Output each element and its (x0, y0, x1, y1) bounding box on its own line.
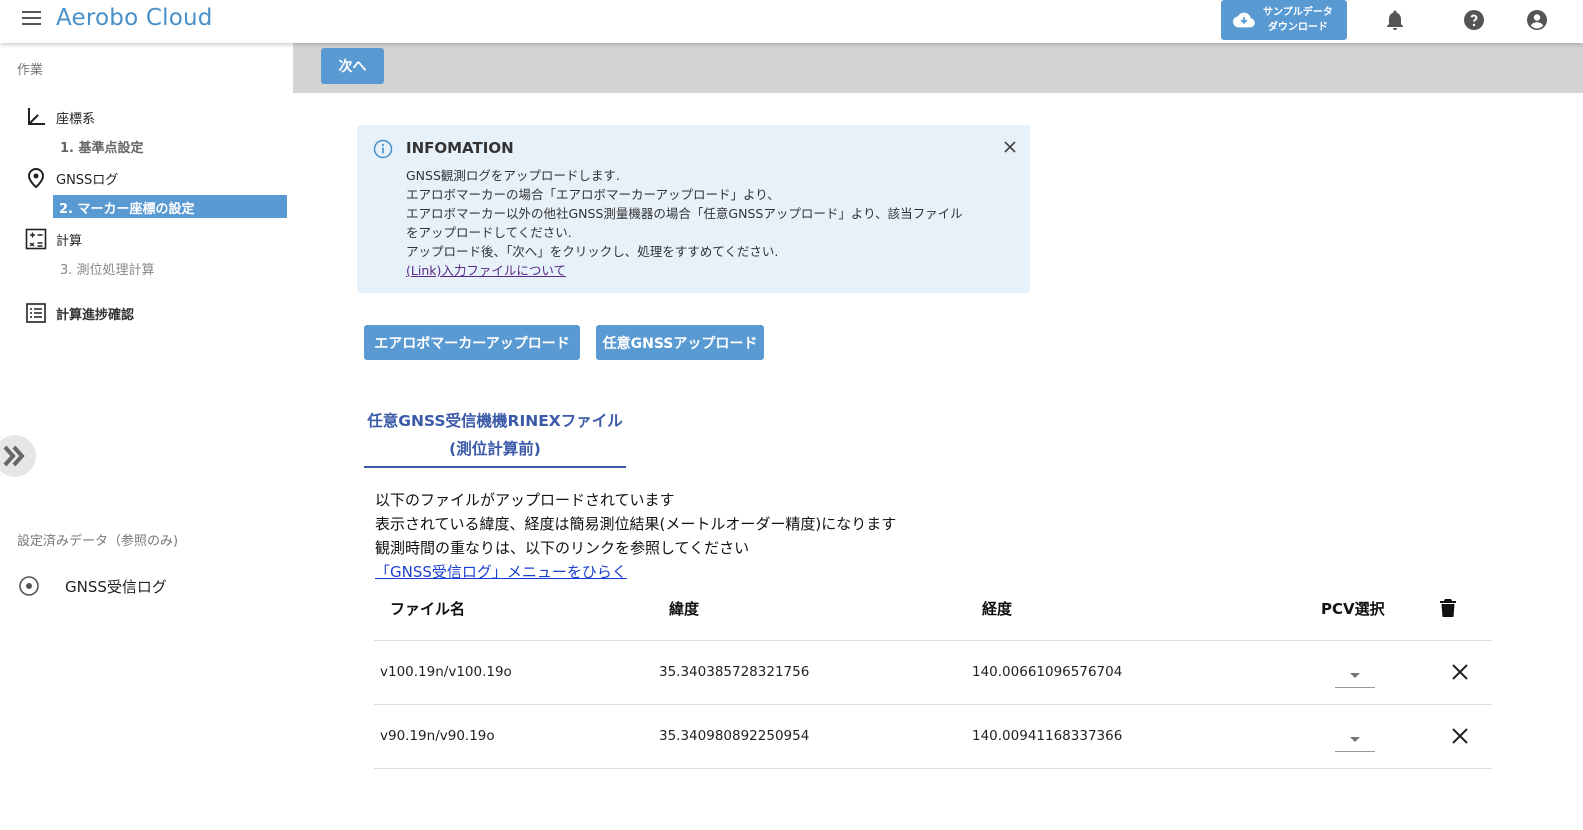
sidebar-item-label: GNSSログ (56, 172, 119, 188)
remove-row-icon[interactable] (1451, 727, 1469, 745)
calculator-icon (24, 227, 48, 251)
sidebar-item-progress[interactable]: 計算進捗確認 (24, 301, 134, 325)
location-pin-icon (24, 166, 48, 190)
info-line: GNSS観測ログをアップロードします. (406, 168, 620, 183)
info-icon (373, 139, 393, 159)
tab-title-line2: (測位計算前) (449, 440, 541, 458)
table-divider (374, 640, 1492, 641)
cell-filename: v90.19n/v90.19o (380, 728, 495, 744)
tab-title-line1: 任意GNSS受信機機RINEXファイル (367, 412, 623, 430)
info-line: アップロード後、「次へ」をクリックし、処理をすすめてください. (406, 244, 779, 259)
column-header-longitude: 経度 (982, 600, 1013, 618)
sidebar-item-label: 計算進捗確認 (56, 307, 135, 323)
download-button-label: サンプルデータ ダウンロード (1263, 7, 1333, 33)
sidebar-item-label: 計算 (56, 233, 83, 249)
sidebar-item-label: GNSS受信ログ (65, 577, 167, 596)
sample-data-download-button[interactable]: サンプルデータ ダウンロード (1221, 0, 1347, 40)
table-divider (374, 704, 1492, 705)
tab-indicator (364, 466, 626, 468)
next-button[interactable]: 次へ (321, 48, 384, 84)
description-line: 以下のファイルがアップロードされています (375, 491, 675, 509)
sidebar-item-gnss-receive-log[interactable]: GNSS受信ログ (17, 574, 167, 598)
action-bar: 次へ (293, 43, 1583, 93)
help-icon[interactable] (1462, 8, 1486, 32)
any-gnss-upload-button[interactable]: 任意GNSSアップロード (596, 325, 764, 360)
info-line: をアップロードしてください. (406, 225, 572, 240)
cloud-download-icon (1233, 12, 1255, 28)
sidebar-item-calculation[interactable]: 計算 (24, 227, 82, 251)
open-gnss-log-menu-link[interactable]: 「GNSS受信ログ」メニューをひらく (375, 563, 627, 581)
bell-icon[interactable] (1383, 8, 1407, 32)
info-text: GNSS観測ログをアップロードします. エアロボマーカーの場合「エアロボマーカー… (406, 166, 963, 280)
dropdown-caret-icon (1350, 737, 1360, 742)
delete-all-icon[interactable] (1439, 598, 1457, 618)
sidebar-item-coordinate-system[interactable]: 座標系 (24, 105, 95, 129)
top-app-bar: Aerobo Cloud サンプルデータ ダウンロード (0, 0, 1583, 43)
axis-icon (24, 105, 48, 129)
cell-latitude: 35.340385728321756 (659, 664, 810, 680)
sidebar-section-configured: 設定済みデータ（参照のみ) (17, 534, 179, 549)
remove-row-icon[interactable] (1451, 663, 1469, 681)
sidebar-section-work: 作業 (17, 63, 44, 78)
cell-latitude: 35.340980892250954 (659, 728, 810, 744)
step-3-positioning-calc[interactable]: 3. 測位処理計算 (60, 259, 155, 278)
uploaded-files-description: 以下のファイルがアップロードされています 表示されている緯度、経度は簡易測位結果… (375, 488, 896, 584)
table-divider (374, 768, 1492, 769)
radio-target-icon (17, 574, 41, 598)
step-1-reference-point[interactable]: 1. 基準点設定 (60, 137, 144, 156)
pcv-select[interactable] (1335, 728, 1375, 752)
input-file-info-link[interactable]: (Link)入力ファイルについて (406, 261, 963, 280)
column-header-filename: ファイル名 (390, 600, 466, 618)
column-header-latitude: 緯度 (669, 600, 700, 618)
description-line: 観測時間の重なりは、以下のリンクを参照してください (375, 539, 750, 557)
description-line: 表示されている緯度、経度は簡易測位結果(メートルオーダー精度)になります (375, 515, 897, 533)
close-icon[interactable] (1001, 138, 1019, 156)
sidebar: 作業 座標系 1. 基準点設定 GNSSログ 2. マーカー座標の設定 計算 3… (0, 43, 293, 830)
pcv-select[interactable] (1335, 664, 1375, 688)
aerobo-marker-upload-button[interactable]: エアロボマーカーアップロード (364, 325, 580, 360)
step-2-marker-coordinates[interactable]: 2. マーカー座標の設定 (53, 195, 287, 218)
column-header-pcv: PCV選択 (1321, 600, 1385, 618)
dropdown-caret-icon (1350, 673, 1360, 678)
sidebar-expand-button[interactable] (0, 435, 36, 477)
double-chevron-right-icon (3, 445, 25, 467)
info-title: INFOMATION (406, 139, 514, 157)
sidebar-item-gnss-log[interactable]: GNSSログ (24, 166, 118, 190)
info-line: エアロボマーカー以外の他社GNSS測量機器の場合「任意GNSSアップロード」より… (406, 206, 963, 221)
app-title[interactable]: Aerobo Cloud (56, 5, 213, 31)
sidebar-item-label: 座標系 (56, 111, 96, 127)
cell-longitude: 140.00941168337366 (972, 728, 1123, 744)
tab-rinex-files[interactable]: 任意GNSS受信機機RINEXファイル (測位計算前) (364, 407, 626, 463)
cell-longitude: 140.00661096576704 (972, 664, 1123, 680)
list-icon (24, 301, 48, 325)
menu-icon[interactable] (22, 11, 41, 26)
account-icon[interactable] (1525, 8, 1549, 32)
cell-filename: v100.19n/v100.19o (380, 664, 512, 680)
info-line: エアロボマーカーの場合「エアロボマーカーアップロード」より、 (406, 187, 780, 202)
information-panel: INFOMATION GNSS観測ログをアップロードします. エアロボマーカーの… (357, 125, 1030, 293)
